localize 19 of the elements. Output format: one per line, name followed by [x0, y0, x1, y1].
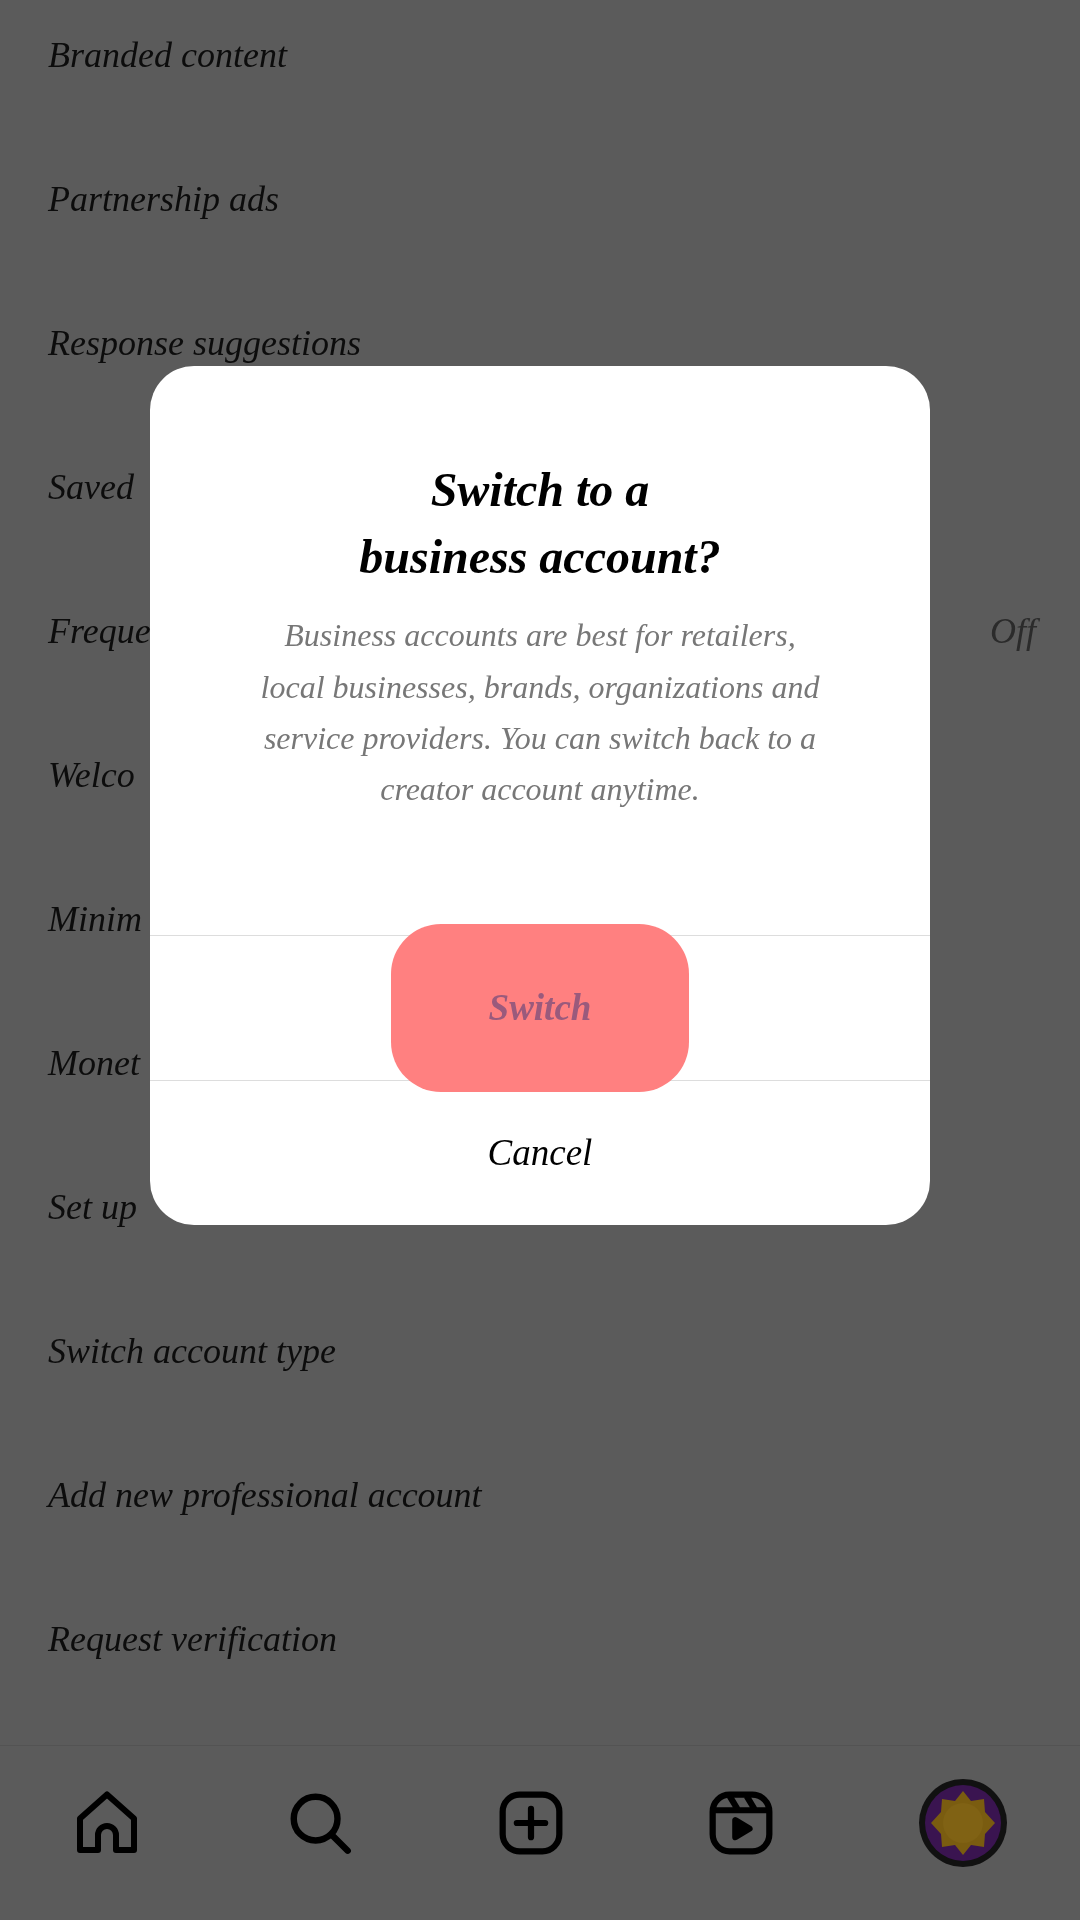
settings-item[interactable]: Partnership ads [48, 172, 279, 226]
profile-avatar[interactable] [917, 1777, 1009, 1869]
settings-item[interactable]: Freque [48, 604, 151, 658]
settings-item[interactable]: Saved [48, 460, 134, 514]
settings-item[interactable]: Branded content [48, 28, 287, 82]
settings-item[interactable]: Response suggestions [48, 316, 361, 370]
settings-item[interactable]: Set up [48, 1180, 137, 1234]
settings-item[interactable]: Welco [48, 748, 135, 802]
settings-item[interactable]: Switch account type [48, 1324, 336, 1378]
add-post-icon[interactable] [497, 1789, 565, 1857]
reels-icon[interactable] [707, 1789, 775, 1857]
settings-item[interactable]: Add new professional account [48, 1468, 482, 1522]
cancel-button[interactable]: Cancel [481, 1124, 599, 1182]
settings-item[interactable]: Minim [48, 892, 142, 946]
dialog-title: Switch to a business account? [358, 462, 722, 586]
settings-item[interactable]: Request verification [48, 1612, 337, 1666]
settings-item[interactable]: Monet [48, 1036, 140, 1090]
dialog-message: Business accounts are best for retailers, local businesses, brands, organizations and service providers. You can switch back to a creator account anytime. [260, 616, 820, 809]
switch-button[interactable]: Switch [391, 924, 689, 1093]
